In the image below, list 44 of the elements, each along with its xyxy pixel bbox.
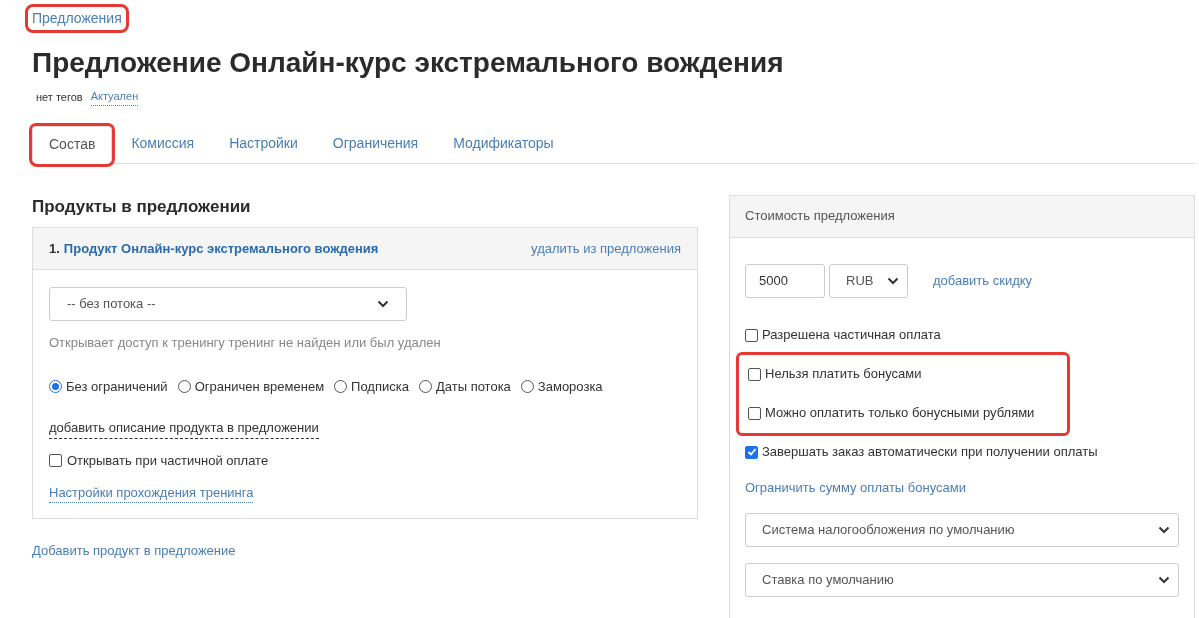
checkbox[interactable]: [748, 367, 761, 381]
checkbox-label: Нельзя платить бонусами: [765, 365, 922, 384]
training-settings-link[interactable]: Настройки прохождения тренинга: [49, 482, 254, 503]
page-title: Предложение Онлайн-курс экстремального вождения: [32, 46, 785, 80]
rate-select[interactable]: Ставка по умолчанию: [745, 563, 1179, 597]
tab[interactable]: Настройки: [213, 124, 314, 163]
status-link[interactable]: Актуален: [90, 88, 139, 106]
section-heading: Продукты в предложении: [32, 195, 252, 218]
radio-label: Даты потока: [435, 377, 511, 396]
radio-label: Заморозка: [537, 377, 603, 396]
chevron-down-icon: [377, 300, 389, 308]
chevron-down-icon: [1158, 526, 1170, 534]
tax-select[interactable]: Система налогообложения по умолчанию: [745, 513, 1179, 547]
radio-label: Подписка: [351, 377, 409, 396]
checkbox[interactable]: [745, 328, 758, 342]
add-product-link[interactable]: Добавить продукт в предложение: [32, 540, 236, 560]
stream-select[interactable]: -- без потока --: [49, 287, 407, 321]
tab[interactable]: Комиссия: [115, 124, 211, 163]
radio-label: Ограничен временем: [194, 377, 325, 396]
bonus-limit-link[interactable]: Ограничить сумму оплаты бонусами: [745, 477, 1179, 497]
checkbox[interactable]: [748, 406, 761, 420]
checkbox-label: Разрешена частичная оплата: [762, 326, 941, 345]
price-input[interactable]: 5000: [745, 263, 825, 298]
breadcrumb-link[interactable]: Предложения: [28, 7, 126, 30]
checkbox[interactable]: [49, 454, 62, 468]
product-link[interactable]: Продукт Онлайн-курс экстремального вождения: [63, 238, 379, 259]
tab[interactable]: Модификаторы: [437, 124, 570, 163]
tab[interactable]: Ограничения: [316, 124, 435, 163]
currency-select[interactable]: RUB: [829, 263, 908, 298]
discount-link[interactable]: добавить скидку: [933, 270, 1033, 291]
checkbox-label: Завершать заказ автоматически при получении оплаты: [762, 443, 1098, 462]
chevron-down-icon: [1158, 576, 1170, 584]
access-note: Открывает доступ к тренингу тренинг не найден или был удален: [49, 334, 442, 352]
checkbox-label: Открывать при частичной оплате: [67, 452, 269, 470]
checkbox[interactable]: [745, 445, 758, 459]
tags-label: нет тегов: [36, 89, 83, 105]
tab[interactable]: Состав: [32, 125, 113, 164]
chevron-down-icon: [887, 276, 899, 285]
radio-label: Без ограничений: [66, 377, 168, 396]
product-number: 1.: [49, 239, 60, 258]
description-link[interactable]: добавить описание продукта в предложении: [49, 418, 319, 439]
checkbox-label: Можно оплатить только бонусными рублями: [765, 404, 1035, 423]
remove-link[interactable]: удалить из предложения: [531, 238, 681, 259]
pricing-header: Стоимость предложения: [730, 195, 1194, 238]
